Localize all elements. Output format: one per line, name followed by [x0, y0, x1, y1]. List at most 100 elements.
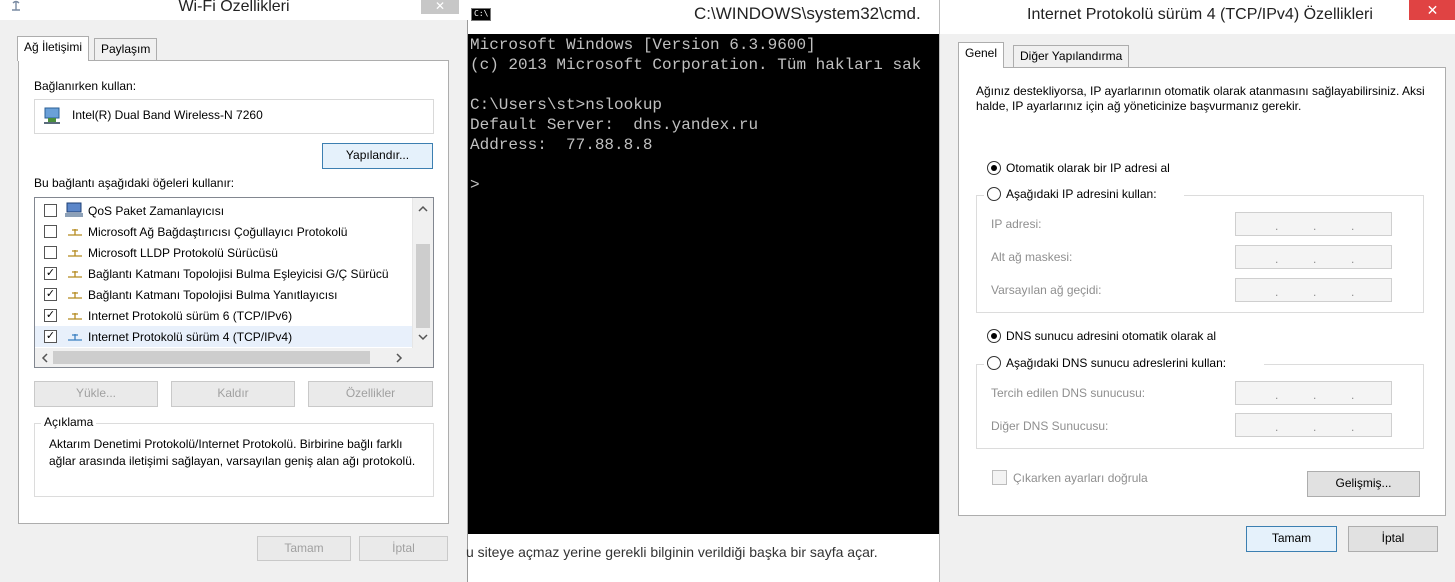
tab-sharing[interactable]: Paylaşım [94, 38, 158, 60]
ip-dot: . [1275, 420, 1279, 434]
item-checkbox[interactable]: ✓ [44, 330, 57, 343]
horizontal-scroll-thumb[interactable] [53, 351, 370, 364]
auto-ip-radio[interactable] [987, 161, 1001, 175]
console-line: C:\Users\st>nslookup [470, 96, 663, 114]
ip-dot: . [1275, 252, 1279, 266]
item-checkbox[interactable] [44, 246, 57, 259]
ip-dot: . [1351, 285, 1355, 299]
ip-dot: . [1313, 252, 1317, 266]
intro-text: Ağınız destekliyorsa, IP ayarlarının oto… [976, 84, 1425, 113]
items-label: Bu bağlantı aşağıdaki öğeleri kullanır: [34, 176, 235, 190]
ipv4-properties-window: Internet Protokolü sürüm 4 (TCP/IPv4) Öz… [939, 0, 1455, 582]
chevron-down-icon[interactable] [418, 334, 428, 341]
manual-dns-radio[interactable] [987, 356, 1001, 370]
wifi-close-button[interactable]: ✕ [421, 0, 459, 14]
wifi-properties-window: Wi-Fi Özellikleri ✕ Ağ İletişimi Paylaşı… [0, 0, 468, 582]
chevron-left-icon[interactable] [41, 353, 48, 363]
preferred-dns-label: Tercih edilen DNS sunucusu: [991, 386, 1146, 400]
auto-dns-radio[interactable] [987, 329, 1001, 343]
preferred-dns-field[interactable]: . . . [1235, 381, 1392, 405]
ip-dot: . [1275, 285, 1279, 299]
validate-checkbox[interactable] [992, 470, 1007, 485]
protocol-icon [68, 334, 82, 341]
ip-dot: . [1351, 252, 1355, 266]
ipv4-titlebar[interactable]: Internet Protokolü sürüm 4 (TCP/IPv4) Öz… [940, 0, 1455, 34]
gateway-field[interactable]: . . . [1235, 278, 1392, 302]
ip-dot: . [1313, 219, 1317, 233]
connect-using-label: Bağlanırken kullan: [34, 79, 137, 93]
cmd-titlebar[interactable]: C:\ C:\WINDOWS\system32\cmd. [468, 0, 939, 34]
manual-ip-radio[interactable] [987, 187, 1001, 201]
item-checkbox[interactable]: ✓ [44, 309, 57, 322]
cancel-button[interactable]: İptal [1348, 526, 1438, 552]
list-item[interactable]: ✓ Bağlantı Katmanı Topolojisi Bulma Eşle… [35, 263, 413, 284]
console-line: Address: 77.88.8.8 [470, 136, 653, 154]
tab-network[interactable]: Ağ İletişimi [17, 36, 90, 61]
ip-dot: . [1313, 285, 1317, 299]
item-label: Bağlantı Katmanı Topolojisi Bulma Eşleyi… [88, 267, 389, 281]
install-button[interactable]: Yükle... [34, 381, 158, 407]
list-item[interactable]: Microsoft Ağ Bağdaştırıcısı Çoğullayıcı … [35, 221, 413, 242]
validate-label: Çıkarken ayarları doğrula [1013, 471, 1148, 485]
item-label: Microsoft LLDP Protokolü Sürücüsü [88, 246, 278, 260]
list-item[interactable]: QoS Paket Zamanlayıcısı [35, 200, 413, 221]
ip-address-label: IP adresi: [991, 217, 1042, 231]
ip-dot: . [1351, 420, 1355, 434]
horizontal-scrollbar[interactable] [35, 348, 433, 367]
list-item[interactable]: ✓ Internet Protokolü sürüm 6 (TCP/IPv6) [35, 305, 413, 326]
tab-general[interactable]: Genel [958, 42, 1005, 68]
tab-alternate-config[interactable]: Diğer Yapılandırma [1013, 45, 1130, 67]
subnet-mask-field[interactable]: . . . [1235, 245, 1392, 269]
cmd-window: C:\ C:\WINDOWS\system32\cmd. Microsoft W… [466, 0, 939, 582]
advanced-button[interactable]: Gelişmiş... [1307, 471, 1420, 497]
console-line: (c) 2013 Microsoft Corporation. Tüm hakl… [470, 56, 922, 74]
chevron-up-icon[interactable] [418, 205, 428, 212]
ok-button[interactable]: Tamam [1246, 526, 1337, 552]
console-line: Default Server: dns.yandex.ru [470, 116, 759, 134]
manual-ip-label: Aşağıdaki IP adresini kullan: [1006, 187, 1157, 201]
item-checkbox[interactable] [44, 225, 57, 238]
item-label: Internet Protokolü sürüm 6 (TCP/IPv6) [88, 309, 293, 323]
cmd-window-title: C:\WINDOWS\system32\cmd. [694, 4, 921, 23]
ip-dot: . [1275, 219, 1279, 233]
console-output[interactable]: Microsoft Windows [Version 6.3.9600] (c)… [468, 34, 939, 534]
wifi-titlebar[interactable]: Wi-Fi Özellikleri ✕ [0, 0, 468, 20]
components-list[interactable]: QoS Paket Zamanlayıcısı Microsoft Ağ Bağ… [34, 197, 434, 368]
adapter-field: Intel(R) Dual Band Wireless-N 7260 [34, 99, 434, 134]
list-item-selected[interactable]: ✓ Internet Protokolü sürüm 4 (TCP/IPv4) [35, 326, 413, 347]
item-label: Microsoft Ağ Bağdaştırıcısı Çoğullayıcı … [88, 225, 348, 239]
cancel-button[interactable]: İptal [359, 536, 448, 561]
protocol-icon [68, 292, 82, 299]
item-label: Bağlantı Katmanı Topolojisi Bulma Yanıtl… [88, 288, 338, 302]
console-line: Microsoft Windows [Version 6.3.9600] [470, 36, 816, 54]
item-checkbox[interactable] [44, 204, 57, 217]
vertical-scrollbar[interactable] [412, 198, 433, 348]
description-title: Açıklama [41, 415, 97, 429]
wifi-window-title: Wi-Fi Özellikleri [178, 0, 290, 15]
list-item[interactable]: Microsoft LLDP Protokolü Sürücüsü [35, 242, 413, 263]
ipv4-close-button[interactable]: ✕ [1409, 0, 1455, 20]
auto-dns-label: DNS sunucu adresini otomatik olarak al [1006, 329, 1217, 343]
ip-dot: . [1351, 388, 1355, 402]
gateway-label: Varsayılan ağ geçidi: [991, 283, 1102, 297]
protocol-icon [68, 271, 82, 278]
chevron-right-icon[interactable] [396, 353, 403, 363]
ip-address-field[interactable]: . . . [1235, 212, 1392, 236]
item-checkbox[interactable]: ✓ [44, 267, 57, 280]
vertical-scroll-thumb[interactable] [416, 244, 430, 328]
uninstall-button[interactable]: Kaldır [171, 381, 295, 407]
alternate-dns-label: Diğer DNS Sunucusu: [991, 419, 1109, 433]
alternate-dns-field[interactable]: . . . [1235, 413, 1392, 437]
cmd-app-icon: C:\ [471, 8, 491, 21]
qos-icon [65, 202, 83, 217]
item-checkbox[interactable]: ✓ [44, 288, 57, 301]
list-item[interactable]: ✓ Bağlantı Katmanı Topolojisi Bulma Yanı… [35, 284, 413, 305]
configure-button[interactable]: Yapılandır... [322, 143, 433, 169]
ok-button[interactable]: Tamam [257, 536, 351, 561]
auto-ip-label: Otomatik olarak bir IP adresi al [1006, 161, 1170, 175]
properties-button[interactable]: Özellikler [308, 381, 433, 407]
protocol-icon [68, 250, 82, 257]
item-label: Internet Protokolü sürüm 4 (TCP/IPv4) [88, 330, 293, 344]
adapter-icon [44, 107, 60, 124]
manual-dns-label: Aşağıdaki DNS sunucu adreslerini kullan: [1006, 356, 1227, 370]
